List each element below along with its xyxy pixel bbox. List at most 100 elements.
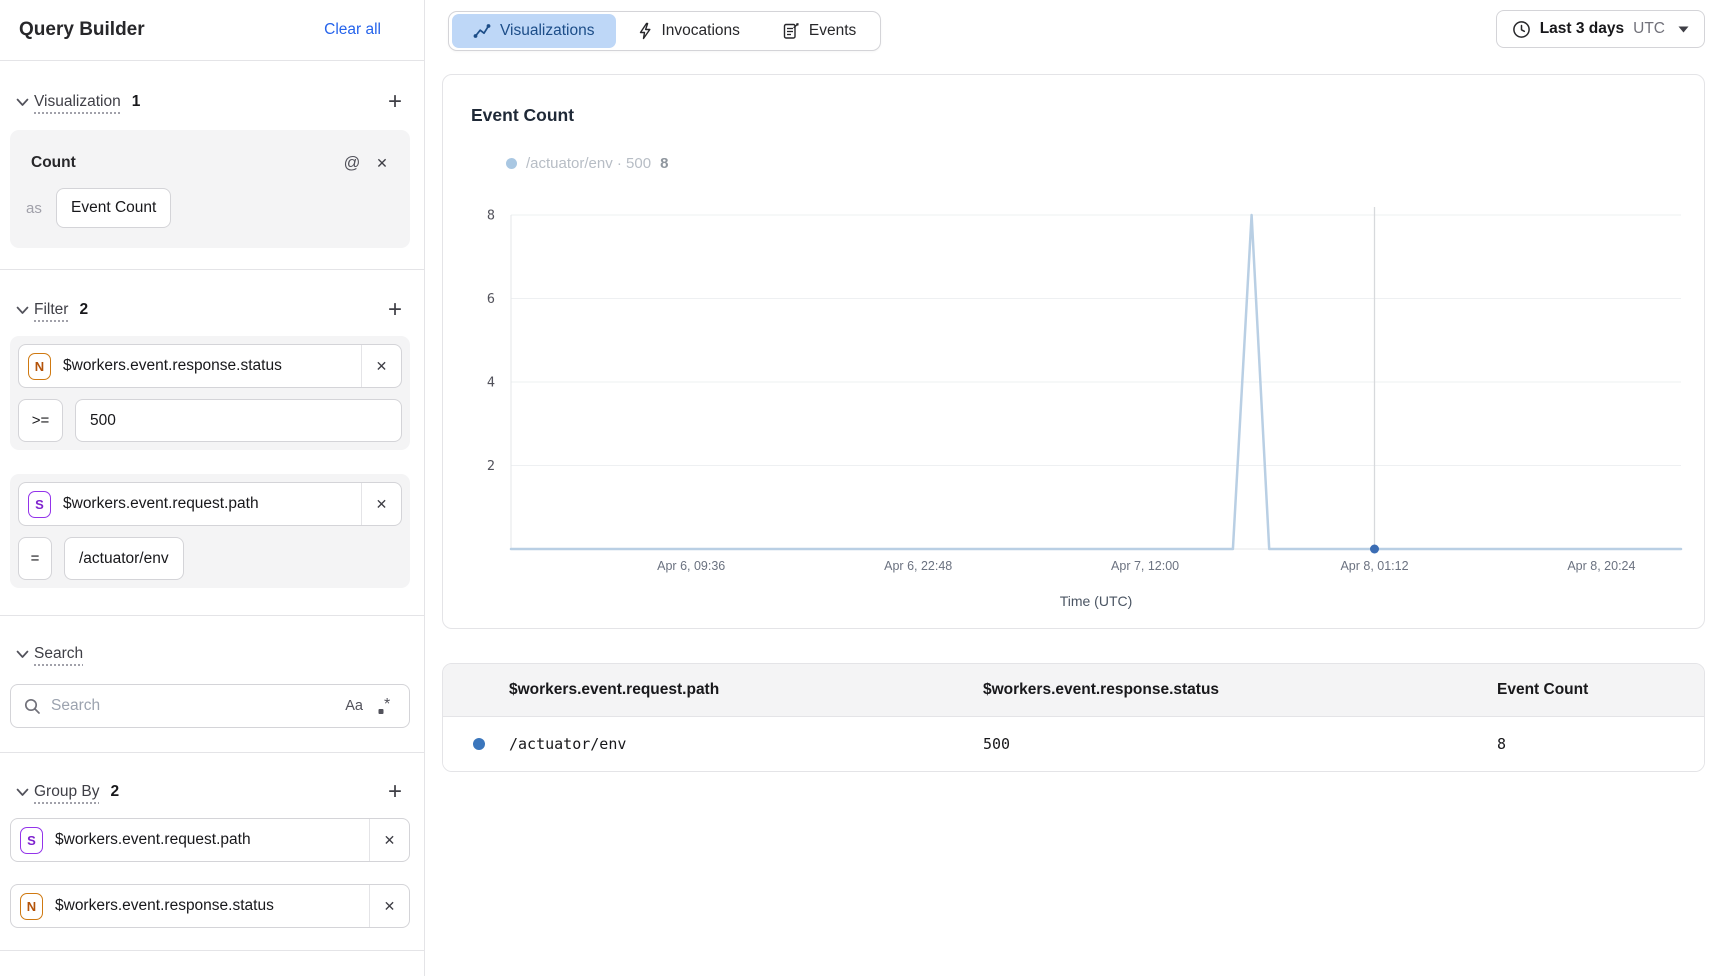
filter-operator-select[interactable]: =: [18, 537, 52, 580]
filter-value-input[interactable]: /actuator/env: [64, 537, 184, 580]
page-title: Query Builder: [19, 19, 145, 41]
clear-all-button[interactable]: Clear all: [324, 21, 381, 39]
legend-series-value: 8: [660, 155, 668, 172]
filter-field-name: $workers.event.response.status: [63, 357, 361, 375]
tab-label: Visualizations: [500, 22, 595, 40]
group-by-field[interactable]: N $workers.event.response.status ✕: [10, 884, 410, 928]
string-type-badge: S: [20, 827, 43, 854]
svg-text:8: 8: [487, 208, 495, 224]
search-icon: [24, 698, 41, 715]
legend-series-label: /actuator/env · 500: [526, 155, 651, 172]
chevron-down-icon[interactable]: [10, 90, 34, 114]
svg-text:2: 2: [487, 458, 495, 474]
visualization-section-header: Visualization 1 +: [10, 89, 410, 115]
add-filter-button[interactable]: +: [380, 297, 410, 323]
filter-field[interactable]: S $workers.event.request.path ✕: [18, 482, 402, 526]
svg-text:Apr 8, 20:24: Apr 8, 20:24: [1567, 559, 1635, 573]
search-box: Aa *: [10, 684, 410, 728]
timezone-label: UTC: [1633, 20, 1665, 38]
remove-group-by-icon[interactable]: ✕: [369, 885, 409, 927]
column-header-count: Event Count: [1497, 681, 1704, 699]
search-section-header: Search: [10, 641, 410, 667]
chart-svg: 2 4 6 8 Apr 6, 09:36 Apr 6, 22:48 Apr 7, 12:00…: [451, 200, 1701, 595]
svg-text:Apr 7, 12:00: Apr 7, 12:00: [1111, 559, 1179, 573]
match-case-toggle[interactable]: Aa: [345, 698, 363, 714]
chevron-down-icon[interactable]: [10, 780, 34, 804]
alias-at-icon[interactable]: @: [337, 151, 367, 175]
series-color-dot: [473, 738, 485, 750]
chevron-down-icon[interactable]: [10, 298, 34, 322]
svg-text:6: 6: [487, 291, 495, 307]
svg-text:Apr 6, 09:36: Apr 6, 09:36: [657, 559, 725, 573]
visualization-section-label[interactable]: Visualization: [34, 93, 121, 111]
column-header-status: $workers.event.response.status: [983, 681, 1497, 699]
svg-text:Apr 6, 22:48: Apr 6, 22:48: [884, 559, 952, 573]
remove-visualization-icon[interactable]: ✕: [367, 151, 397, 175]
visualization-card: Count @ ✕ as Event Count: [10, 130, 410, 248]
filter-count: 2: [79, 301, 88, 319]
tab-invocations[interactable]: Invocations: [616, 14, 761, 48]
number-type-badge: N: [28, 353, 51, 380]
cell-count: 8: [1497, 735, 1704, 753]
remove-group-by-icon[interactable]: ✕: [369, 819, 409, 861]
workers-observability-app: Query Builder Clear all Visualization 1 …: [0, 0, 1726, 976]
event-count-chart-card: Event Count /actuator/env · 500 8 2 4 6 8 Ap…: [442, 74, 1705, 629]
svg-text:4: 4: [487, 375, 495, 391]
event-log-icon: [782, 22, 800, 40]
svg-text:Apr 8, 01:12: Apr 8, 01:12: [1340, 559, 1408, 573]
visualization-alias-input[interactable]: Event Count: [56, 188, 171, 228]
filter-field[interactable]: N $workers.event.response.status ✕: [18, 344, 402, 388]
tab-events[interactable]: Events: [761, 14, 877, 48]
table-row[interactable]: /actuator/env 500 8: [443, 716, 1704, 771]
lightning-icon: [637, 22, 653, 40]
group-by-count: 2: [110, 783, 119, 801]
number-type-badge: N: [20, 893, 43, 920]
results-table: $workers.event.request.path $workers.eve…: [442, 663, 1705, 772]
time-range-label: Last 3 days: [1540, 20, 1624, 38]
filter-section-label[interactable]: Filter: [34, 301, 68, 319]
section-divider: [0, 950, 424, 951]
column-header-path: $workers.event.request.path: [509, 681, 983, 699]
remove-filter-icon[interactable]: ✕: [361, 483, 401, 525]
section-divider: [0, 752, 424, 753]
search-input[interactable]: [51, 697, 345, 715]
query-builder-sidebar: Query Builder Clear all Visualization 1 …: [0, 0, 425, 976]
group-by-field[interactable]: S $workers.event.request.path ✕: [10, 818, 410, 862]
tab-label: Invocations: [662, 22, 740, 40]
table-header-row: $workers.event.request.path $workers.eve…: [443, 664, 1704, 716]
chart-legend[interactable]: /actuator/env · 500 8: [506, 155, 668, 172]
clock-icon: [1512, 20, 1531, 39]
chevron-down-icon[interactable]: [10, 642, 34, 666]
tab-visualizations[interactable]: Visualizations: [452, 14, 616, 48]
regex-toggle-icon[interactable]: *: [377, 698, 396, 715]
cell-status: 500: [983, 735, 1497, 753]
add-group-by-button[interactable]: +: [380, 779, 410, 805]
x-axis-caption: Time (UTC): [511, 593, 1681, 609]
as-label: as: [23, 200, 56, 217]
group-by-section-label[interactable]: Group By: [34, 783, 99, 801]
filter-value-input[interactable]: 500: [75, 399, 402, 442]
metric-label[interactable]: Count: [31, 154, 76, 172]
string-type-badge: S: [28, 491, 51, 518]
sidebar-header: Query Builder Clear all: [0, 0, 424, 61]
filter-section-header: Filter 2 +: [10, 297, 410, 323]
section-divider: [0, 615, 424, 616]
add-visualization-button[interactable]: +: [380, 89, 410, 115]
search-section-label[interactable]: Search: [34, 645, 83, 663]
cell-path: /actuator/env: [509, 735, 983, 753]
visualization-count: 1: [132, 93, 141, 111]
group-by-field-name: $workers.event.request.path: [55, 831, 369, 849]
view-tabs: Visualizations Invocations Events: [448, 11, 881, 51]
group-by-field-name: $workers.event.response.status: [55, 897, 369, 915]
chart-title: Event Count: [471, 105, 574, 126]
section-divider: [0, 269, 424, 270]
group-by-section-header: Group By 2 +: [10, 779, 410, 805]
time-range-selector[interactable]: Last 3 days UTC: [1496, 10, 1705, 48]
chart-plot-area[interactable]: 2 4 6 8 Apr 6, 09:36 Apr 6, 22:48 Apr 7, 12:00…: [451, 200, 1701, 600]
tab-label: Events: [809, 22, 856, 40]
line-chart-icon: [473, 22, 491, 40]
remove-filter-icon[interactable]: ✕: [361, 345, 401, 387]
filter-operator-select[interactable]: >=: [18, 399, 63, 442]
legend-series-dot: [506, 158, 517, 169]
caret-down-icon: [1678, 26, 1689, 33]
